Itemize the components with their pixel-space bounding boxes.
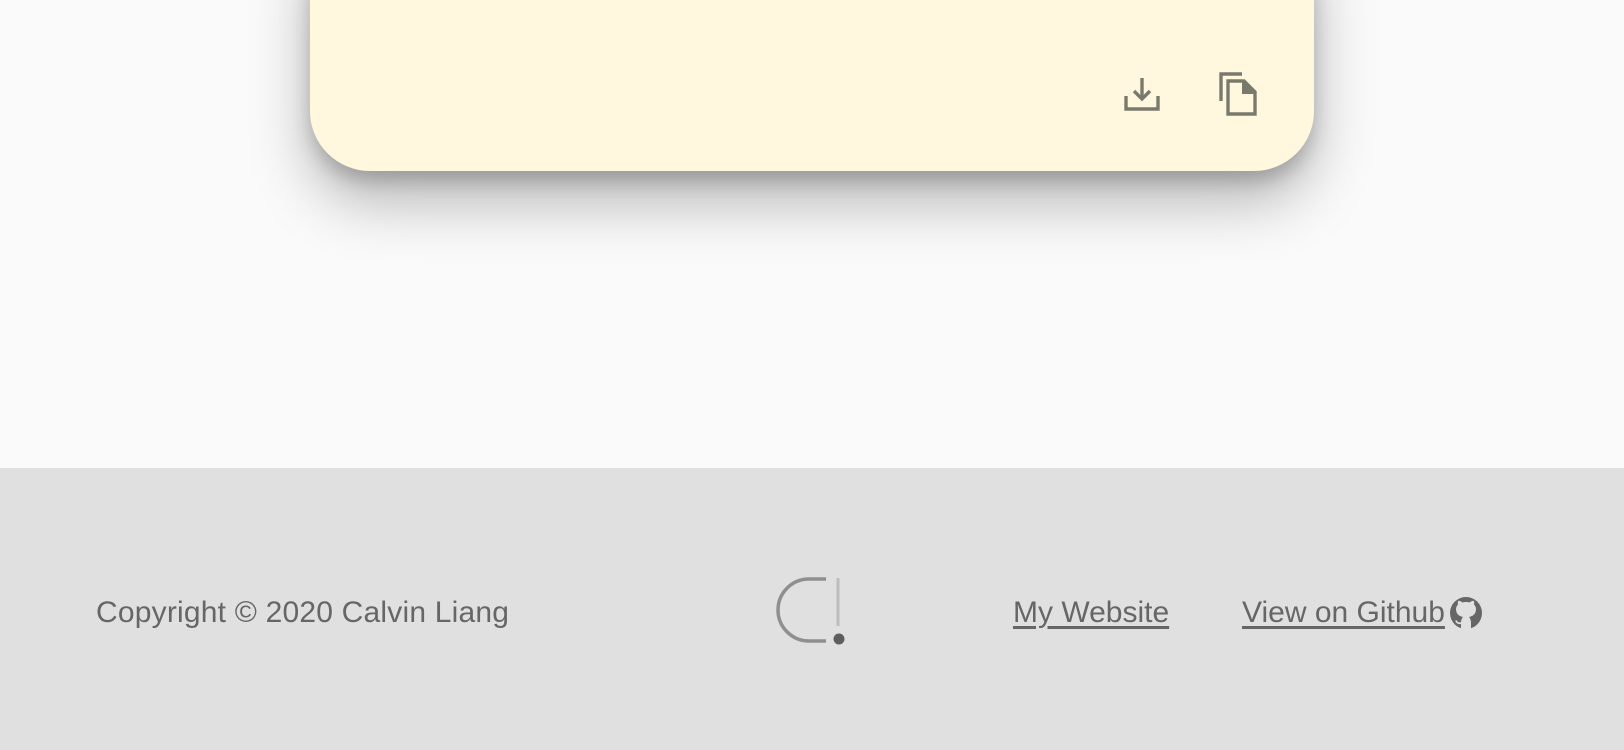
my-website-link[interactable]: My Website <box>1013 596 1169 630</box>
copyright-text: Copyright © 2020 Calvin Liang <box>96 596 510 629</box>
download-button[interactable] <box>1120 72 1164 116</box>
github-icon <box>1449 597 1482 629</box>
github-link-label: View on Github <box>1242 596 1445 629</box>
card-actions <box>1120 72 1260 116</box>
footer: Copyright © 2020 Calvin Liang My Website… <box>0 468 1624 750</box>
github-link[interactable]: View on Github <box>1242 596 1483 630</box>
copy-button[interactable] <box>1216 72 1260 116</box>
download-icon <box>1124 78 1160 111</box>
logo-icon <box>776 577 845 645</box>
copy-icon <box>1219 72 1257 116</box>
page: Copyright © 2020 Calvin Liang My Website… <box>0 0 1624 750</box>
result-card <box>310 0 1314 171</box>
